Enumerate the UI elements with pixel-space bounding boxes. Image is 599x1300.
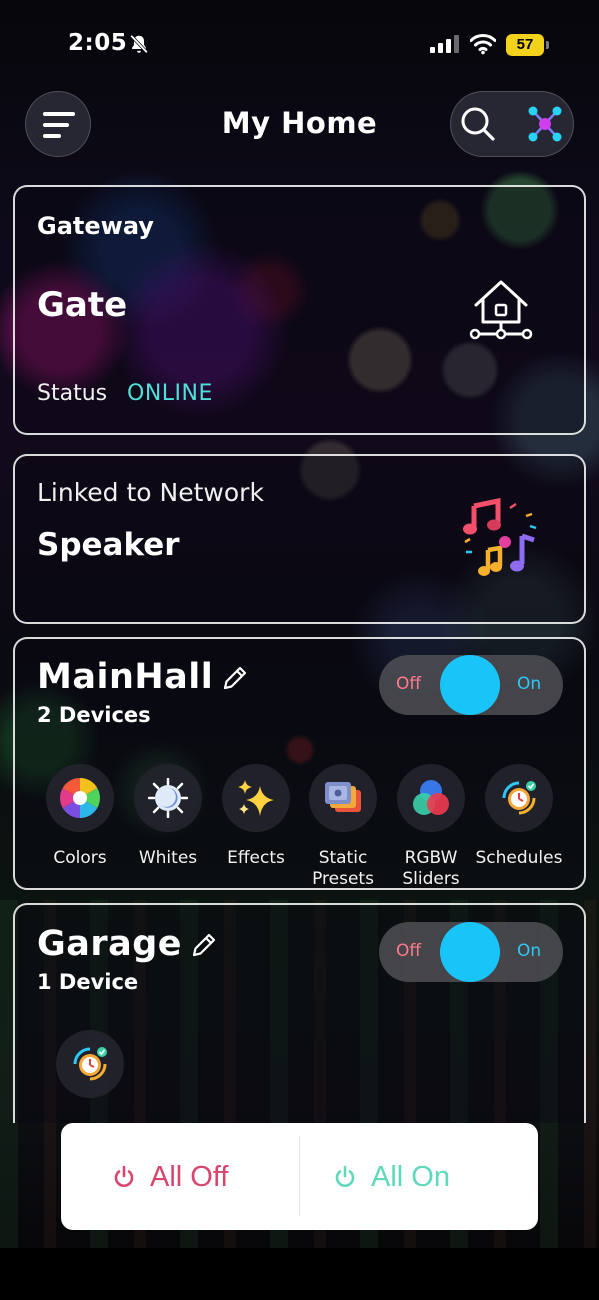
signal-icon (430, 35, 459, 53)
room-power-toggle[interactable]: Off On (379, 922, 563, 982)
home-network-icon (469, 280, 533, 340)
feature-label: Schedules (475, 848, 563, 868)
room-name: Garage (37, 924, 183, 964)
room-device-count: 2 Devices (37, 703, 151, 727)
room-device-count: 1 Device (37, 970, 139, 994)
feature-label: RGBW Sliders (402, 848, 460, 889)
all-on-label: All On (371, 1160, 450, 1193)
gateway-status-label: Status (37, 381, 108, 406)
music-notes-icon (463, 498, 537, 576)
edit-pencil-icon[interactable] (221, 664, 249, 692)
toggle-knob[interactable] (440, 922, 500, 982)
whites-icon (148, 778, 188, 818)
room-power-toggle[interactable]: Off On (379, 655, 563, 715)
battery-icon: 57 (506, 34, 550, 56)
battery-level: 57 (506, 34, 544, 56)
divider (299, 1136, 300, 1216)
speaker-name: Speaker (37, 527, 180, 563)
power-icon (114, 1165, 134, 1187)
feature-label: Static Presets (312, 848, 374, 889)
wifi-icon (470, 34, 496, 55)
status-time: 2:05 (68, 30, 128, 56)
rgb-circles-icon (413, 780, 449, 815)
home-indicator-area (0, 1248, 599, 1300)
toggle-knob[interactable] (440, 655, 500, 715)
speaker-label: Linked to Network (37, 478, 264, 507)
power-icon (335, 1165, 355, 1187)
gateway-status-value: ONLINE (127, 381, 213, 406)
toggle-off-label: Off (396, 674, 422, 694)
edit-pencil-icon[interactable] (190, 931, 218, 959)
search-icon[interactable] (460, 106, 496, 142)
toggle-on-label: On (517, 941, 542, 961)
color-wheel-icon (60, 778, 100, 818)
schedule-clock-icon (73, 1047, 107, 1081)
sparkles-icon (238, 780, 274, 816)
all-on-button[interactable]: All On (333, 1155, 450, 1199)
network-icon[interactable] (526, 104, 564, 144)
all-off-label: All Off (150, 1160, 229, 1193)
presets-icon (325, 782, 361, 812)
all-off-button[interactable]: All Off (112, 1155, 228, 1199)
feature-schedules[interactable] (56, 1030, 124, 1098)
feature-label: Colors (53, 848, 107, 868)
gateway-label: Gateway (37, 212, 154, 240)
toggle-off-label: Off (396, 941, 422, 961)
schedule-clock-icon (502, 781, 536, 815)
gateway-name: Gate (37, 285, 128, 325)
feature-label: Whites (138, 848, 198, 868)
toggle-on-label: On (517, 674, 542, 694)
room-name: MainHall (37, 657, 214, 697)
feature-label: Effects (227, 848, 285, 868)
bell-muted-icon (130, 34, 148, 54)
